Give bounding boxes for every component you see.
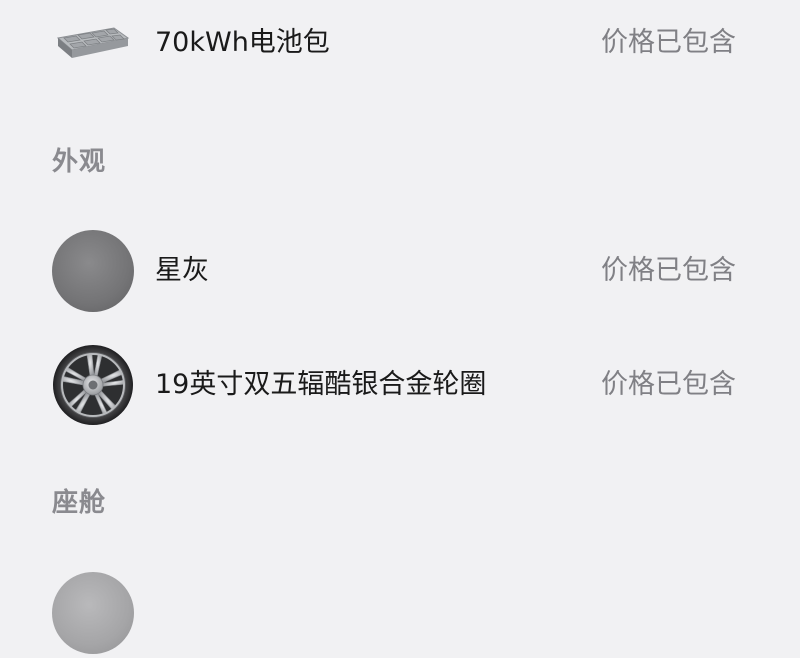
battery-status: 价格已包含 [601, 27, 736, 58]
battery-pack-icon [56, 27, 130, 58]
color-status: 价格已包含 [601, 255, 736, 286]
cabin-swatch-icon [52, 572, 134, 654]
color-swatch-icon [52, 230, 134, 312]
battery-label: 70kWh电池包 [155, 27, 330, 58]
section-heading-cabin: 座舱 [52, 488, 107, 518]
config-item-battery[interactable]: 70kWh电池包 价格已包含 [0, 0, 800, 88]
config-item-cabin[interactable] [0, 568, 800, 658]
config-item-color[interactable]: 星灰 价格已包含 [0, 226, 800, 316]
wheel-status: 价格已包含 [601, 369, 736, 400]
section-heading-exterior: 外观 [52, 147, 107, 177]
wheel-rim-icon [53, 345, 133, 425]
config-item-wheel[interactable]: 19英寸双五辐酷银合金轮圈 价格已包含 [0, 340, 800, 430]
color-label: 星灰 [155, 255, 209, 286]
wheel-label: 19英寸双五辐酷银合金轮圈 [155, 369, 487, 400]
